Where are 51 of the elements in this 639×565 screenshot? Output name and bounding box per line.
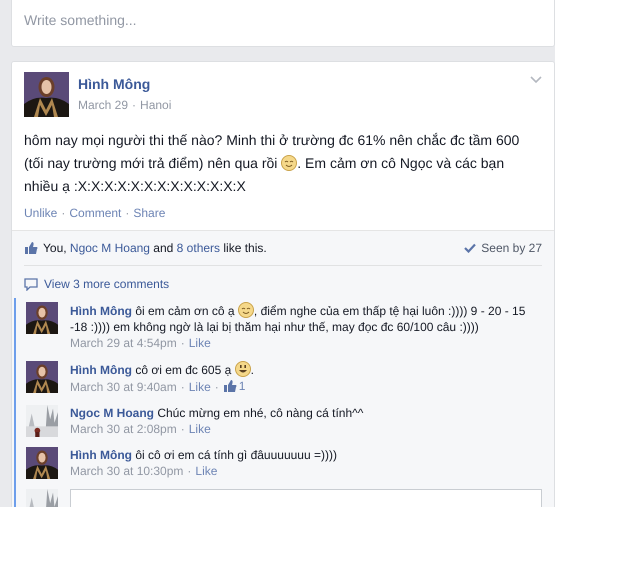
thumbs-up-icon xyxy=(222,379,237,393)
post-text: hôm nay mọi người thi thế nào? Minh thi ở trường đc 61% nên chắc đc tầm 600 (tối nay trường mới trả điểm) nên qua rồi . Em cảm ơn cô Ngọc và các bạn nhiều ạ :X:X:X:X:X:X:X:X:X:X:X:X:X xyxy=(24,131,520,196)
author-link[interactable]: Hình Mông xyxy=(70,448,132,462)
avatar-icon xyxy=(26,302,58,334)
like-link[interactable]: Like xyxy=(195,464,218,478)
view-more-link[interactable]: View 3 more comments xyxy=(44,277,170,291)
like-count[interactable]: 1 xyxy=(238,378,246,394)
seen-by-text[interactable]: Seen by 27 xyxy=(481,241,542,255)
chevron-down-icon xyxy=(530,76,542,84)
separator-dot: · xyxy=(187,464,192,478)
comment-time[interactable]: March 29 at 4:54pm xyxy=(70,336,177,350)
like-link[interactable]: Like xyxy=(188,336,211,350)
likes-sentence: You, Ngoc M Hoang and 8 others like this. xyxy=(43,241,267,255)
friend-link[interactable]: Ngoc M Hoang xyxy=(70,241,150,255)
smiley-icon xyxy=(234,361,251,377)
separator-dot: · xyxy=(180,336,185,350)
separator-dot: · xyxy=(61,206,66,220)
avatar-icon xyxy=(26,361,58,393)
avatar-icon xyxy=(24,72,69,117)
post-meta-link[interactable]: March 29 xyxy=(78,98,128,112)
separator-dot: · xyxy=(214,380,219,394)
author-link[interactable]: Hình Mông xyxy=(70,363,132,377)
author-link[interactable]: Hình Mông xyxy=(70,304,132,318)
comment-text: Hình Mông ôi em cảm ơn cô ạ , điểm nghe của em thấp tệ hại luôn :)))) 9 - 20 - 15 -18 :)))) em không ngờ là lại bị thăm hại như thế, may đọc đc 60/100 câu :)))) xyxy=(70,302,526,335)
separator-dot: · xyxy=(125,206,130,220)
comment-text: Hình Mông cô ơi em đc 605 ạ . xyxy=(70,361,255,378)
separator-dot: · xyxy=(132,98,136,112)
speech-bubble-icon xyxy=(24,278,38,290)
like-link[interactable]: Like xyxy=(188,422,211,436)
smiley-icon xyxy=(238,302,254,318)
others-link[interactable]: 8 others xyxy=(176,241,220,255)
author-link[interactable]: Ngoc M Hoang xyxy=(70,406,154,420)
input-field[interactable]: Write something... xyxy=(24,12,424,28)
comment-text: Ngoc M Hoang Chúc mừng em nhé, cô nàng cá tính^^ xyxy=(70,405,364,421)
comment-time[interactable]: March 30 at 9:40am xyxy=(70,380,177,394)
comment-time[interactable]: March 30 at 10:30pm xyxy=(70,464,184,478)
action-link[interactable]: Unlike xyxy=(24,206,58,220)
thumbs-up-icon xyxy=(24,241,38,255)
checkmark-icon xyxy=(464,243,476,253)
separator-dot: · xyxy=(180,380,185,394)
smiley-icon xyxy=(281,155,298,171)
author-link[interactable]: Hình Mông xyxy=(78,76,172,92)
avatar-icon xyxy=(26,447,58,479)
separator-dot: · xyxy=(180,422,185,436)
action-link[interactable]: Comment xyxy=(69,206,122,220)
input-field[interactable]: Write something... xyxy=(11,0,555,47)
action-link[interactable]: Share xyxy=(133,206,166,220)
comment-time[interactable]: March 30 at 2:08pm xyxy=(70,422,177,436)
comment-text: Hình Mông ôi cô ơi em cá tính gì đâuuuuuuu =)))) xyxy=(70,447,338,463)
like-link[interactable]: Like xyxy=(188,380,211,394)
post-meta-link[interactable]: Hanoi xyxy=(140,98,172,112)
